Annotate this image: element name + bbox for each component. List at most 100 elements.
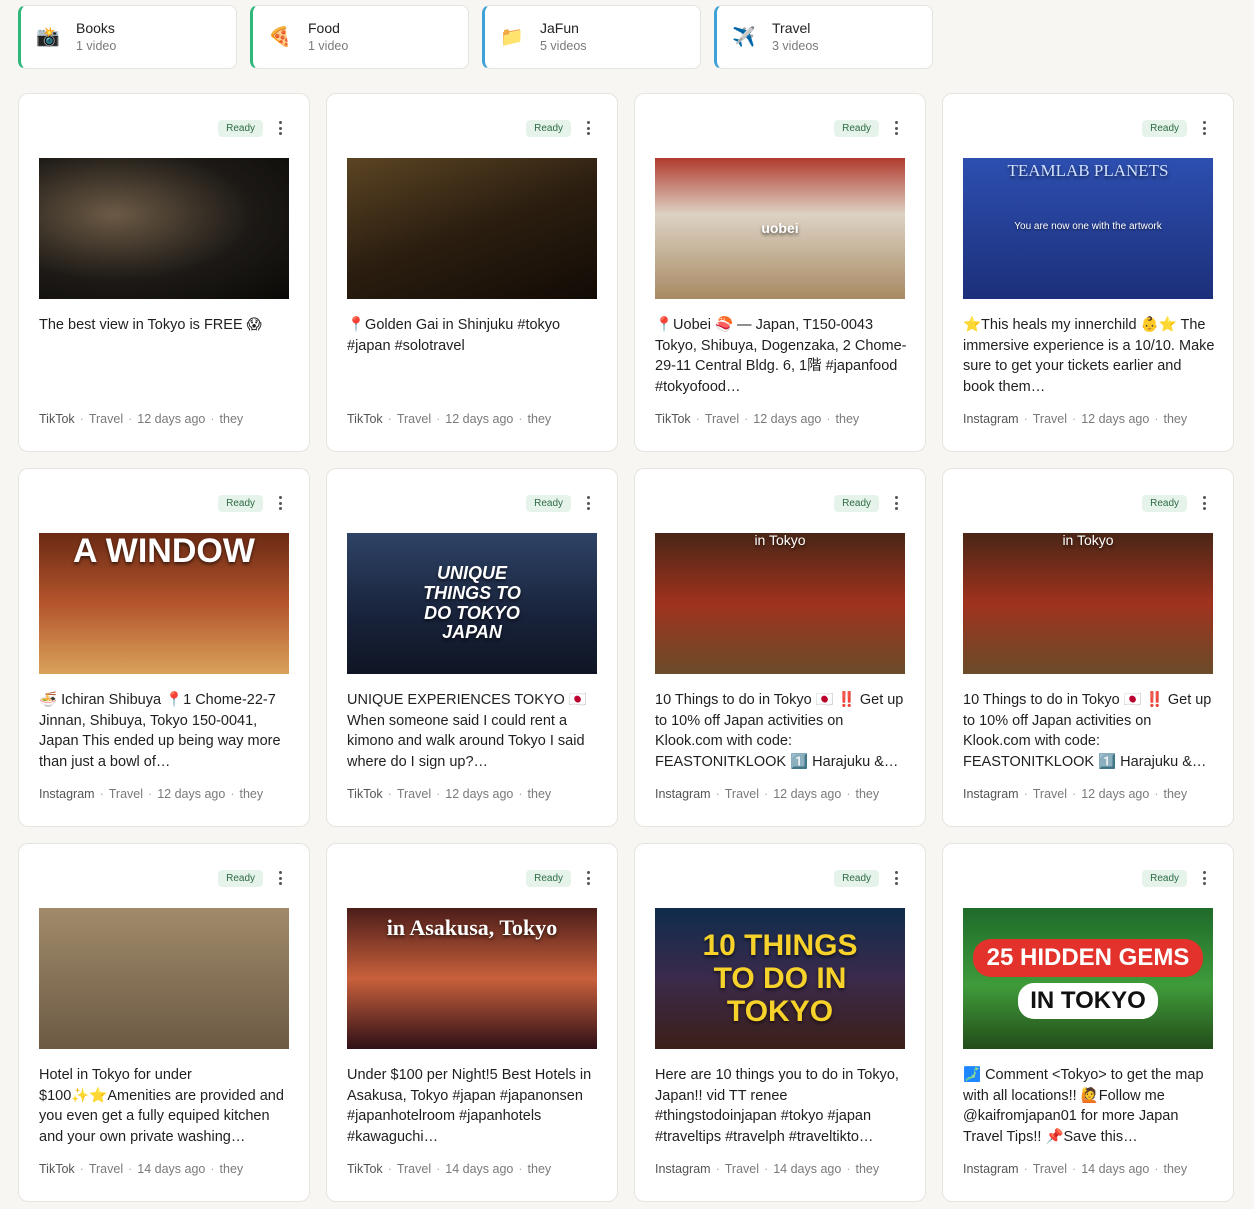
status-badge: Ready: [834, 870, 879, 887]
video-collection: Travel: [724, 787, 760, 801]
more-options-icon[interactable]: [273, 119, 287, 137]
video-collection: Travel: [724, 1162, 760, 1176]
video-thumbnail[interactable]: in Asakusa, Tokyo: [347, 908, 597, 1049]
video-title[interactable]: Hotel in Tokyo for under $100✨⭐Amenities…: [39, 1065, 291, 1148]
video-title[interactable]: ⭐This heals my innerchild 👶⭐ The immersi…: [963, 315, 1215, 398]
video-collection: Travel: [108, 787, 144, 801]
video-title[interactable]: 🗾 Comment <Tokyo> to get the map with al…: [963, 1065, 1215, 1148]
collection-travel[interactable]: ✈️ Travel 3 videos: [714, 5, 933, 69]
video-title[interactable]: Under $100 per Night!5 Best Hotels in As…: [347, 1065, 599, 1148]
collection-name: Travel: [772, 20, 811, 36]
video-author: they: [527, 787, 552, 801]
status-badge: Ready: [218, 495, 263, 512]
video-collection: Travel: [88, 412, 124, 426]
pizza-icon: 🍕: [268, 27, 292, 48]
video-thumbnail[interactable]: in Tokyo: [655, 533, 905, 674]
more-options-icon[interactable]: [581, 869, 595, 887]
status-badge: Ready: [526, 120, 571, 137]
video-collection: Travel: [1032, 1162, 1068, 1176]
video-title[interactable]: 📍Uobei 🍣 — Japan, T150-0043 Tokyo, Shibu…: [655, 315, 907, 398]
video-thumbnail[interactable]: 10 THINGS TO DO IN TOKYO: [655, 908, 905, 1049]
video-source: TikTok: [347, 412, 383, 426]
video-title[interactable]: 📍Golden Gai in Shinjuku #tokyo #japan #s…: [347, 315, 599, 356]
video-card[interactable]: Ready UNIQUE THINGS TO DO TOKYO JAPAN UN…: [326, 468, 618, 827]
video-card[interactable]: Ready The best view in Tokyo is FREE 😱 T…: [18, 93, 310, 452]
thumbnail-text: 10 THINGS TO DO IN TOKYO: [702, 929, 858, 1028]
video-grid: Ready The best view in Tokyo is FREE 😱 T…: [18, 93, 1234, 1202]
more-options-icon[interactable]: [273, 494, 287, 512]
camera-icon: 📸: [36, 27, 60, 48]
video-title[interactable]: UNIQUE EXPERIENCES TOKYO 🇯🇵 When someone…: [347, 690, 599, 773]
video-meta: Instagram · Travel · 12 days ago · they: [963, 412, 1188, 426]
video-author: they: [855, 1162, 880, 1176]
thumbnail-text: in Asakusa, Tokyo: [386, 915, 558, 940]
video-source: Instagram: [655, 787, 711, 801]
video-meta: TikTok · Travel · 12 days ago · they: [39, 412, 244, 426]
collection-name: JaFun: [540, 20, 579, 36]
video-card[interactable]: Ready in Tokyo 10 Things to do in Tokyo …: [942, 468, 1234, 827]
collection-count: 3 videos: [772, 39, 819, 53]
status-badge: Ready: [526, 495, 571, 512]
video-thumbnail[interactable]: [39, 158, 289, 299]
thumbnail-text: TEAMLAB PLANETS: [1007, 161, 1169, 180]
video-source: TikTok: [655, 412, 691, 426]
collection-books[interactable]: 📸 Books 1 video: [18, 5, 237, 69]
video-thumbnail[interactable]: uobei: [655, 158, 905, 299]
more-options-icon[interactable]: [581, 494, 595, 512]
status-badge: Ready: [218, 120, 263, 137]
video-time: 12 days ago: [1081, 412, 1150, 426]
more-options-icon[interactable]: [273, 869, 287, 887]
video-thumbnail[interactable]: [39, 908, 289, 1049]
video-card[interactable]: Ready in Asakusa, Tokyo Under $100 per N…: [326, 843, 618, 1202]
video-title[interactable]: The best view in Tokyo is FREE 😱: [39, 315, 291, 336]
video-thumbnail[interactable]: TEAMLAB PLANETS You are now one with the…: [963, 158, 1213, 299]
video-card[interactable]: Ready TEAMLAB PLANETS You are now one wi…: [942, 93, 1234, 452]
video-time: 12 days ago: [753, 412, 822, 426]
video-source: Instagram: [655, 1162, 711, 1176]
video-thumbnail[interactable]: A WINDOW: [39, 533, 289, 674]
video-thumbnail[interactable]: [347, 158, 597, 299]
more-options-icon[interactable]: [889, 494, 903, 512]
video-card[interactable]: Ready Hotel in Tokyo for under $100✨⭐Ame…: [18, 843, 310, 1202]
video-source: TikTok: [39, 412, 75, 426]
video-thumbnail[interactable]: 25 HIDDEN GEMS IN TOKYO: [963, 908, 1213, 1049]
more-options-icon[interactable]: [1197, 119, 1211, 137]
more-options-icon[interactable]: [1197, 494, 1211, 512]
video-card[interactable]: Ready A WINDOW 🍜 Ichiran Shibuya 📍1 Chom…: [18, 468, 310, 827]
video-source: Instagram: [963, 412, 1019, 426]
video-source: TikTok: [347, 787, 383, 801]
video-card[interactable]: Ready uobei 📍Uobei 🍣 — Japan, T150-0043 …: [634, 93, 926, 452]
video-time: 14 days ago: [1081, 1162, 1150, 1176]
video-source: Instagram: [963, 787, 1019, 801]
video-time: 14 days ago: [773, 1162, 842, 1176]
video-collection: Travel: [1032, 787, 1068, 801]
more-options-icon[interactable]: [889, 119, 903, 137]
video-card[interactable]: Ready in Tokyo 10 Things to do in Tokyo …: [634, 468, 926, 827]
video-meta: TikTok · Travel · 12 days ago · they: [347, 787, 552, 801]
thumbnail-text: uobei: [761, 219, 799, 236]
video-title[interactable]: Here are 10 things you to do in Tokyo, J…: [655, 1065, 907, 1148]
video-author: they: [1163, 412, 1188, 426]
video-card[interactable]: Ready 📍Golden Gai in Shinjuku #tokyo #ja…: [326, 93, 618, 452]
video-card[interactable]: Ready 10 THINGS TO DO IN TOKYO Here are …: [634, 843, 926, 1202]
video-title[interactable]: 10 Things to do in Tokyo 🇯🇵 ‼️ Get up to…: [963, 690, 1215, 773]
video-title[interactable]: 🍜 Ichiran Shibuya 📍1 Chome-22-7 Jinnan, …: [39, 690, 291, 773]
folder-icon: 📁: [500, 27, 524, 48]
video-source: TikTok: [347, 1162, 383, 1176]
video-time: 12 days ago: [157, 787, 226, 801]
collection-jafun[interactable]: 📁 JaFun 5 videos: [482, 5, 701, 69]
collection-food[interactable]: 🍕 Food 1 video: [250, 5, 469, 69]
video-meta: TikTok · Travel · 12 days ago · they: [347, 412, 552, 426]
collection-count: 5 videos: [540, 39, 587, 53]
video-meta: TikTok · Travel · 14 days ago · they: [39, 1162, 244, 1176]
more-options-icon[interactable]: [1197, 869, 1211, 887]
video-author: they: [835, 412, 860, 426]
video-thumbnail[interactable]: in Tokyo: [963, 533, 1213, 674]
thumbnail-text: in Tokyo: [754, 533, 806, 548]
video-thumbnail[interactable]: UNIQUE THINGS TO DO TOKYO JAPAN: [347, 533, 597, 674]
video-card[interactable]: Ready 25 HIDDEN GEMS IN TOKYO 🗾 Comment …: [942, 843, 1234, 1202]
video-meta: Instagram · Travel · 12 days ago · they: [39, 787, 264, 801]
video-title[interactable]: 10 Things to do in Tokyo 🇯🇵 ‼️ Get up to…: [655, 690, 907, 773]
more-options-icon[interactable]: [889, 869, 903, 887]
more-options-icon[interactable]: [581, 119, 595, 137]
